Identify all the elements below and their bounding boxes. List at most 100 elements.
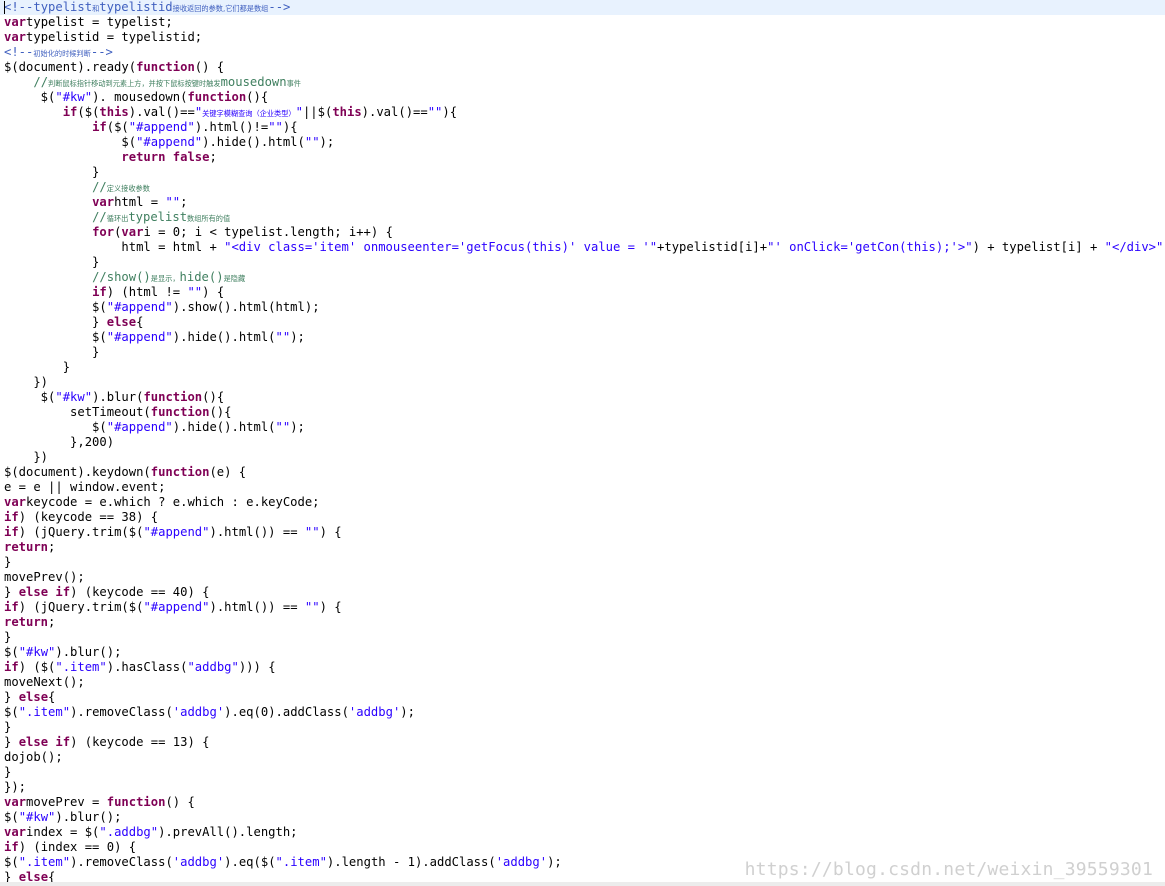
code-line[interactable]: setTimeout(function(){ bbox=[4, 405, 1165, 420]
code-line[interactable]: return; bbox=[4, 615, 1165, 630]
code-line[interactable]: $(document).ready(function() { bbox=[4, 60, 1165, 75]
code-token: ).hide().html( bbox=[172, 420, 276, 434]
code-line[interactable]: if($("#append").html()!=""){ bbox=[4, 120, 1165, 135]
code-token: "addbg" bbox=[187, 660, 239, 674]
code-token: var bbox=[4, 795, 27, 809]
code-line[interactable]: } bbox=[4, 630, 1165, 645]
code-line[interactable]: }) bbox=[4, 375, 1165, 390]
code-token: var bbox=[4, 495, 27, 509]
code-token: html = html + bbox=[4, 240, 225, 254]
code-token: ); bbox=[290, 330, 305, 344]
code-line[interactable]: if) (jQuery.trim($("#append").html()) ==… bbox=[4, 525, 1165, 540]
code-line[interactable]: } bbox=[4, 255, 1165, 270]
bottom-scrollbar-strip bbox=[0, 882, 1165, 886]
code-token: var bbox=[92, 195, 115, 209]
code-token: ).blur(); bbox=[55, 810, 122, 824]
code-line[interactable]: return false; bbox=[4, 150, 1165, 165]
code-line[interactable]: <!--typelist和typelistid接收返回的参数,它们都是数组--> bbox=[0, 0, 1165, 15]
code-token: return bbox=[4, 540, 49, 554]
code-line[interactable]: $(".item").removeClass('addbg').eq(0).ad… bbox=[4, 705, 1165, 720]
code-line[interactable]: } bbox=[4, 165, 1165, 180]
code-line[interactable]: $(document).keydown(function(e) { bbox=[4, 465, 1165, 480]
code-token: else if bbox=[18, 585, 71, 599]
code-line[interactable]: e = e || window.event; bbox=[4, 480, 1165, 495]
code-line[interactable]: } bbox=[4, 345, 1165, 360]
code-token: if bbox=[4, 600, 19, 614]
code-token: return false bbox=[121, 150, 210, 164]
code-line[interactable]: } bbox=[4, 360, 1165, 375]
code-token: ($( bbox=[77, 105, 100, 119]
code-line[interactable]: $("#append").hide().html(""); bbox=[4, 330, 1165, 345]
code-line[interactable]: for(vari = 0; i < typelist.length; i++) … bbox=[4, 225, 1165, 240]
code-token: ).removeClass( bbox=[70, 855, 173, 869]
code-line[interactable]: vartypelistid = typelistid; bbox=[4, 30, 1165, 45]
code-token: ); bbox=[319, 135, 335, 149]
code-token: ).html()!= bbox=[194, 120, 269, 134]
code-line[interactable]: $("#kw").blur(); bbox=[4, 645, 1165, 660]
code-line[interactable]: varindex = $(".addbg").prevAll().length; bbox=[4, 825, 1165, 840]
code-line[interactable]: if) (index == 0) { bbox=[4, 840, 1165, 855]
code-token: $( bbox=[4, 645, 19, 659]
code-line[interactable]: vartypelist = typelist; bbox=[4, 15, 1165, 30]
code-line[interactable]: } bbox=[4, 555, 1165, 570]
code-line[interactable]: } else{ bbox=[4, 690, 1165, 705]
code-token: typelist bbox=[33, 0, 93, 14]
code-token: typelistid bbox=[99, 0, 173, 14]
code-token: ".item" bbox=[55, 660, 107, 674]
code-token: "" bbox=[427, 105, 443, 119]
code-line[interactable]: varmovePrev = function() { bbox=[4, 795, 1165, 810]
code-line[interactable]: movePrev(); bbox=[4, 570, 1165, 585]
code-token: var bbox=[4, 825, 27, 839]
code-line[interactable]: if) (jQuery.trim($("#append").html()) ==… bbox=[4, 600, 1165, 615]
code-token: ).val()== bbox=[128, 105, 195, 119]
code-line[interactable]: } bbox=[4, 720, 1165, 735]
code-line[interactable]: moveNext(); bbox=[4, 675, 1165, 690]
code-token: $( bbox=[4, 420, 107, 434]
code-line[interactable]: //循环出typelist数组所有的值 bbox=[4, 210, 1165, 225]
code-line[interactable]: $("#append").show().html(html); bbox=[4, 300, 1165, 315]
code-line[interactable]: }) bbox=[4, 450, 1165, 465]
code-line[interactable]: if) (keycode == 38) { bbox=[4, 510, 1165, 525]
code-line[interactable]: dojob(); bbox=[4, 750, 1165, 765]
code-line[interactable]: //show()是显示，hide()是隐藏 bbox=[4, 270, 1165, 285]
code-line[interactable]: //定义接收参数 bbox=[4, 180, 1165, 195]
code-line[interactable]: html = html + "<div class='item' onmouse… bbox=[4, 240, 1165, 255]
code-line[interactable]: $("#append").hide().html(""); bbox=[4, 135, 1165, 150]
code-line[interactable]: <!--初始化的时候判断--> bbox=[4, 45, 1165, 60]
code-line[interactable]: $("#kw"). mousedown(function(){ bbox=[4, 90, 1165, 105]
code-token: "" bbox=[304, 600, 320, 614]
code-line[interactable]: $("#kw").blur(); bbox=[4, 810, 1165, 825]
code-token: "<div class='item' onmouseenter='getFocu… bbox=[224, 240, 658, 254]
code-line[interactable]: $("#kw").blur(function(){ bbox=[4, 390, 1165, 405]
code-token: if bbox=[4, 660, 19, 674]
text-caret bbox=[4, 1, 5, 14]
code-line[interactable]: //判断鼠标指针移动到元素上方，并按下鼠标按键时触发mousedown事件 bbox=[4, 75, 1165, 90]
code-line[interactable]: } else if) (keycode == 40) { bbox=[4, 585, 1165, 600]
code-line[interactable]: return; bbox=[4, 540, 1165, 555]
code-line[interactable]: if) (html != "") { bbox=[4, 285, 1165, 300]
code-token: "" bbox=[304, 135, 320, 149]
code-token: 是隐藏 bbox=[223, 274, 246, 283]
code-line[interactable]: }); bbox=[4, 780, 1165, 795]
code-line[interactable]: },200) bbox=[4, 435, 1165, 450]
code-editor[interactable]: <!--typelist和typelistid接收返回的参数,它们都是数组-->… bbox=[0, 0, 1165, 886]
code-line[interactable]: } else{ bbox=[4, 315, 1165, 330]
code-token: (){ bbox=[209, 405, 232, 419]
code-token: moveNext(); bbox=[4, 675, 85, 689]
code-line[interactable]: } else if) (keycode == 13) { bbox=[4, 735, 1165, 750]
code-token: "" bbox=[275, 330, 291, 344]
code-line[interactable]: $("#append").hide().html(""); bbox=[4, 420, 1165, 435]
code-token: ) (jQuery.trim($( bbox=[18, 600, 144, 614]
code-token: } bbox=[4, 585, 19, 599]
code-token: // bbox=[92, 210, 107, 224]
code-line[interactable]: if) ($(".item").hasClass("addbg"))) { bbox=[4, 660, 1165, 675]
code-line[interactable]: varkeycode = e.which ? e.which : e.keyCo… bbox=[4, 495, 1165, 510]
code-line[interactable]: } bbox=[4, 765, 1165, 780]
code-token: +typelistid[i]+ bbox=[657, 240, 768, 254]
code-line[interactable]: if($(this).val()=="关键字模糊查询（企业类型）"||$(thi… bbox=[4, 105, 1165, 120]
code-token: <!-- bbox=[4, 45, 34, 59]
code-line[interactable]: varhtml = ""; bbox=[4, 195, 1165, 210]
